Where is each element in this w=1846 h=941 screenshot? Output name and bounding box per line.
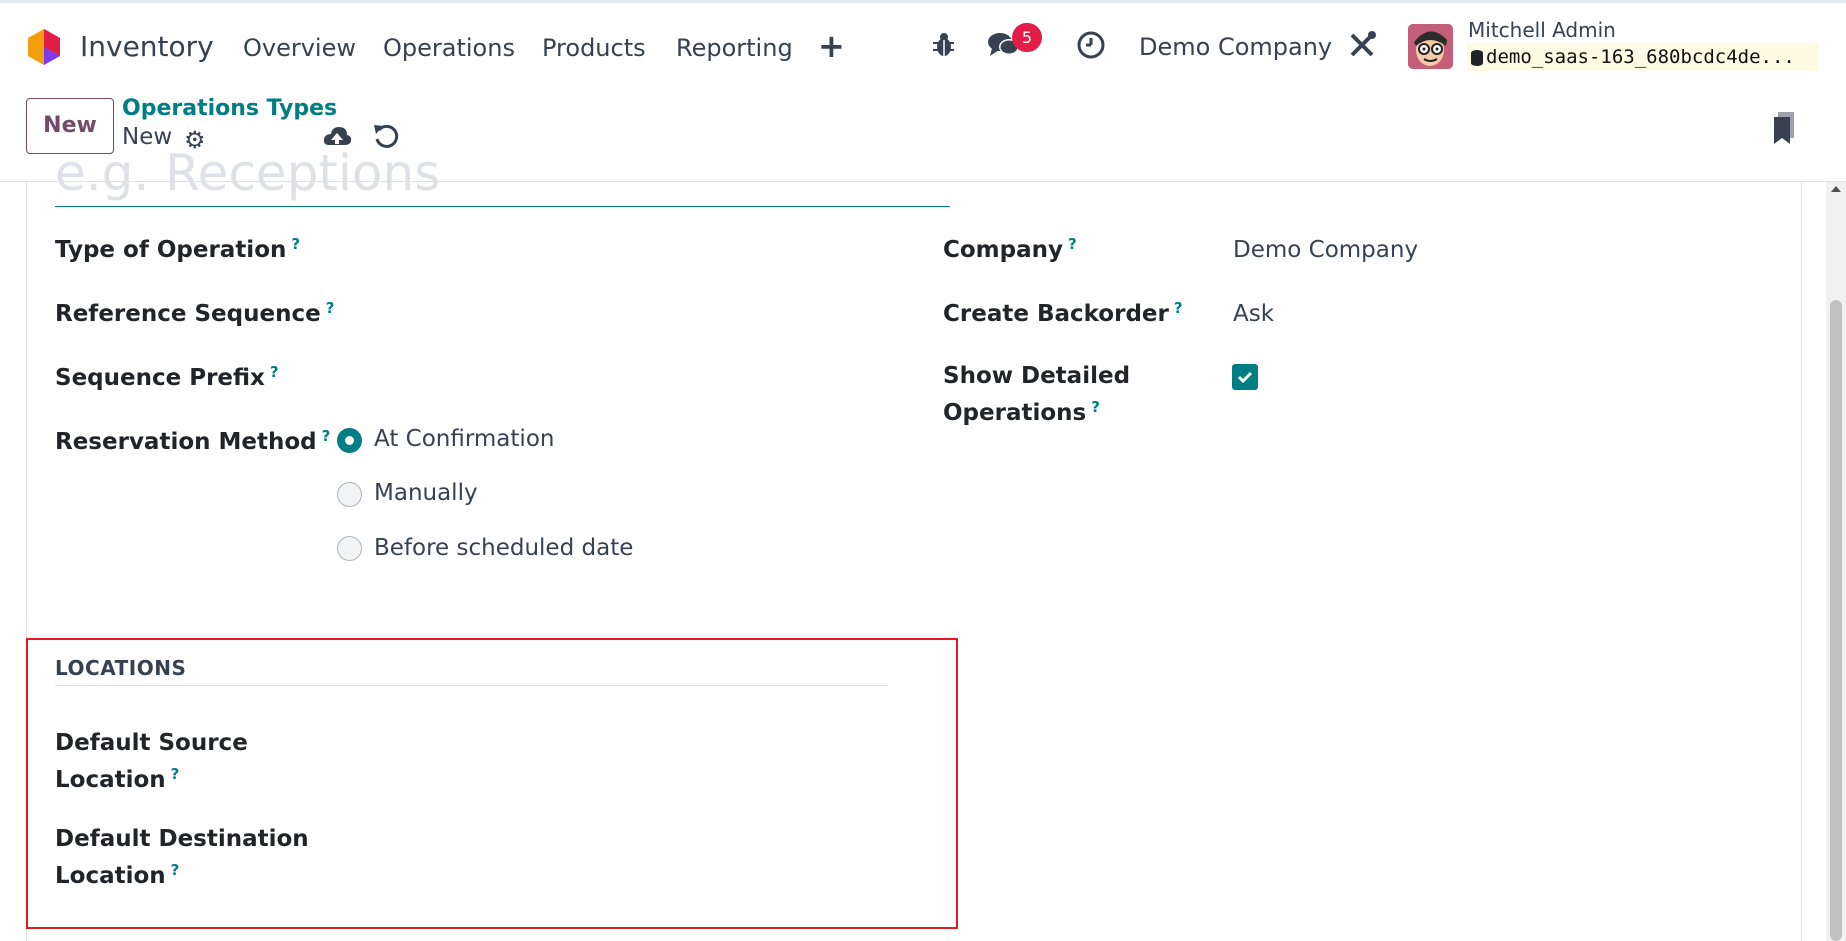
- create-backorder-label: Create Backorder?: [943, 299, 1183, 327]
- type-of-operation-label: Type of Operation?: [55, 235, 301, 263]
- show-detailed-operations-label: Show Detailed Operations?: [943, 363, 1131, 426]
- reference-sequence-label: Reference Sequence?: [55, 299, 335, 327]
- messages-badge: 5: [1012, 23, 1042, 52]
- bookmark-icon[interactable]: [1772, 112, 1798, 146]
- app-name[interactable]: Inventory: [80, 30, 214, 63]
- company-field[interactable]: Demo Company: [1233, 237, 1418, 263]
- show-detailed-operations-checkbox[interactable]: [1232, 364, 1258, 390]
- scrollbar-thumb[interactable]: [1830, 300, 1842, 941]
- radio-label-manually[interactable]: Manually: [374, 480, 478, 506]
- menu-products[interactable]: Products: [542, 34, 646, 62]
- help-icon[interactable]: ?: [326, 299, 335, 317]
- help-icon[interactable]: ?: [1174, 299, 1183, 317]
- help-icon[interactable]: ?: [1091, 398, 1100, 416]
- help-icon[interactable]: ?: [322, 427, 331, 445]
- top-navbar: Inventory Overview Operations Products R…: [0, 0, 1846, 86]
- bug-icon[interactable]: [929, 30, 959, 60]
- sequence-prefix-label: Sequence Prefix?: [55, 363, 279, 391]
- name-placeholder: e.g. Receptions: [55, 144, 441, 202]
- radio-manually[interactable]: [337, 482, 362, 507]
- clock-icon[interactable]: [1076, 30, 1106, 60]
- scroll-up-icon[interactable]: [1831, 186, 1841, 192]
- odoo-logo-icon[interactable]: [26, 27, 62, 67]
- locations-highlight-box: [26, 638, 958, 929]
- radio-before-scheduled-date[interactable]: [337, 536, 362, 561]
- company-label: Company?: [943, 235, 1077, 263]
- help-icon[interactable]: ?: [270, 363, 279, 381]
- check-icon: [1237, 371, 1253, 384]
- user-name[interactable]: Mitchell Admin: [1468, 18, 1616, 42]
- radio-label-at-confirmation[interactable]: At Confirmation: [374, 426, 554, 452]
- menu-overview[interactable]: Overview: [243, 34, 356, 62]
- create-backorder-field[interactable]: Ask: [1233, 301, 1274, 327]
- name-field[interactable]: e.g. Receptions: [55, 140, 950, 207]
- tools-icon[interactable]: [1347, 30, 1377, 60]
- reservation-method-label: Reservation Method?: [55, 427, 331, 455]
- help-icon[interactable]: ?: [291, 235, 300, 253]
- menu-operations[interactable]: Operations: [383, 34, 515, 62]
- menu-reporting[interactable]: Reporting: [676, 34, 793, 62]
- company-switcher[interactable]: Demo Company: [1139, 33, 1332, 61]
- database-icon: [1471, 49, 1483, 66]
- breadcrumb-parent[interactable]: Operations Types: [122, 96, 337, 121]
- radio-label-before-scheduled-date[interactable]: Before scheduled date: [374, 535, 633, 561]
- help-icon[interactable]: ?: [1068, 235, 1077, 253]
- radio-at-confirmation[interactable]: [337, 428, 362, 453]
- avatar[interactable]: [1408, 24, 1453, 69]
- plus-icon[interactable]: +: [818, 27, 845, 65]
- database-badge: demo_saas-163_680bcdc4de...: [1467, 43, 1819, 71]
- database-name: demo_saas-163_680bcdc4de...: [1486, 46, 1795, 68]
